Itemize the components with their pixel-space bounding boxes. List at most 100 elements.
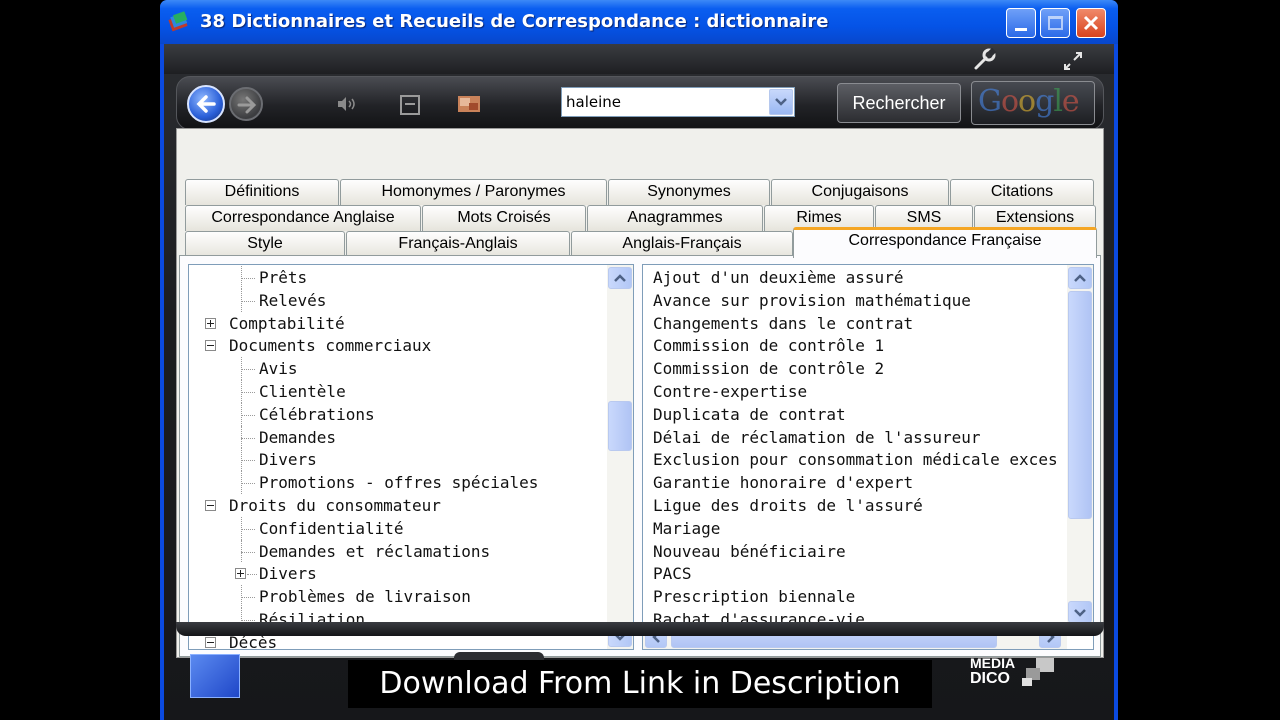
search-dropdown-button[interactable] (769, 89, 793, 115)
tree-subcategory[interactable]: Divers (259, 562, 317, 585)
tab-mots-croises[interactable]: Mots Croisés (422, 205, 586, 231)
document-icon[interactable] (399, 94, 421, 116)
letter-list-item[interactable]: Délai de réclamation de l'assureur (653, 426, 1065, 449)
tree-scroll-up-button[interactable] (608, 267, 632, 289)
tree-subcategory[interactable]: Promotions - offres spéciales (259, 471, 538, 494)
tree-connector (241, 266, 242, 289)
back-button[interactable] (187, 85, 225, 123)
tree-connector (241, 425, 242, 449)
letter-list-item[interactable]: Garantie honoraire d'expert (653, 471, 1065, 494)
tab-francais-anglais[interactable]: Français-Anglais (346, 231, 570, 257)
letter-list-item[interactable]: Commission de contrôle 2 (653, 357, 1065, 380)
letter-list-item[interactable]: Commission de contrôle 1 (653, 334, 1065, 357)
tab-conjugaisons[interactable]: Conjugaisons (771, 179, 949, 205)
tree-connector (241, 471, 242, 494)
footer-square-icon[interactable] (190, 654, 240, 698)
brand-line1: MEDIA (970, 655, 1016, 671)
mediadico-mark-icon (1022, 658, 1056, 688)
google-button[interactable]: Google (971, 81, 1095, 125)
letters-list[interactable]: Ajout d'un deuxième assuré Avance sur pro… (642, 264, 1094, 650)
letter-list-item[interactable]: Exclusion pour consommation médicale exc… (653, 448, 1065, 471)
tree-category[interactable]: Documents commerciaux (229, 334, 431, 357)
letter-list-item[interactable]: Duplicata de contrat (653, 403, 1065, 426)
tree-connector (241, 597, 255, 599)
tab-synonymes[interactable]: Synonymes (608, 179, 770, 205)
letters-scroll-thumb[interactable] (1068, 291, 1092, 519)
tree-subcategory[interactable]: Célébrations (259, 403, 375, 426)
brand-line2: DICO (970, 670, 1010, 687)
tab-homonymes[interactable]: Homonymes / Paronymes (340, 179, 607, 205)
tree-connector (241, 483, 255, 485)
tree-connector (241, 551, 255, 553)
letter-list-item[interactable]: Ligue des droits de l'assuré (653, 494, 1065, 517)
panel-bottom-bar (176, 622, 1104, 636)
chevron-down-icon (1074, 609, 1086, 617)
search-combobox[interactable] (561, 87, 795, 117)
wrench-icon[interactable] (972, 48, 996, 72)
tree-category[interactable]: Droits du consommateur (229, 494, 441, 517)
google-logo: Google (978, 84, 1080, 119)
fullscreen-icon[interactable] (1062, 50, 1084, 72)
tree-connector (241, 300, 255, 302)
letters-scroll-up-button[interactable] (1068, 267, 1092, 289)
tree-connector (241, 448, 242, 472)
tree-category[interactable]: Comptabilité (229, 312, 345, 335)
mediadico-logo: MEDIA DICO (970, 656, 1066, 696)
tree-subcategory[interactable]: Clientèle (259, 380, 346, 403)
letter-list-item[interactable]: Prescription biennale (653, 585, 1065, 608)
maximize-button[interactable] (1040, 8, 1070, 38)
collapse-minus-icon[interactable] (205, 500, 216, 511)
letter-list-item[interactable]: Avance sur provision mathématique (653, 289, 1065, 312)
tree-subcategory[interactable]: Demandes et réclamations (259, 540, 490, 563)
tree-connector (247, 574, 257, 576)
window-title: 38 Dictionnaires et Recueils de Correspo… (200, 11, 829, 32)
tree-subcategory[interactable]: Confidentialité (259, 517, 404, 540)
tab-anglais-francais[interactable]: Anglais-Français (571, 231, 793, 257)
expand-plus-icon[interactable] (235, 568, 246, 580)
tree-vertical-scrollbar[interactable] (607, 265, 633, 649)
tab-definitions[interactable]: Définitions (185, 179, 339, 205)
letters-vertical-scrollbar[interactable] (1067, 265, 1093, 625)
tree-subcategory[interactable]: Relevés (259, 289, 326, 312)
category-tree[interactable]: Prêts Relevés Comptabilité Documents commer… (188, 264, 634, 650)
tree-connector (241, 460, 255, 462)
forward-button[interactable] (229, 87, 263, 121)
tree-subcategory[interactable]: Prêts (259, 266, 307, 289)
tab-content: Prêts Relevés Comptabilité Documents commer… (179, 255, 1101, 657)
tree-connector (241, 380, 242, 403)
letter-list-item[interactable]: Ajout d'un deuxième assuré (653, 266, 1065, 289)
app-icon (168, 11, 188, 32)
arrow-right-icon (237, 96, 257, 114)
tab-citations[interactable]: Citations (950, 179, 1094, 205)
expand-plus-icon[interactable] (205, 317, 216, 329)
tree-subcategory[interactable]: Problèmes de livraison (259, 585, 471, 608)
tree-connector (241, 392, 255, 393)
tree-subcategory[interactable]: Divers (259, 448, 317, 471)
tab-style[interactable]: Style (185, 231, 345, 257)
collapse-minus-icon[interactable] (205, 636, 216, 648)
title-bar[interactable]: 38 Dictionnaires et Recueils de Correspo… (160, 0, 1118, 44)
letter-list-item[interactable]: Mariage (653, 517, 1065, 540)
letter-list-item[interactable]: Changements dans le contrat (653, 312, 1065, 335)
tab-correspondance-anglaise[interactable]: Correspondance Anglaise (185, 205, 421, 231)
collapse-minus-icon[interactable] (205, 340, 216, 352)
tree-subcategory[interactable]: Demandes (259, 426, 336, 449)
speaker-icon[interactable] (335, 94, 359, 114)
tab-correspondance-francaise[interactable]: Correspondance Française (793, 227, 1097, 258)
close-button[interactable] (1076, 8, 1106, 38)
image-icon[interactable] (457, 94, 481, 114)
letter-list-item[interactable]: PACS (653, 562, 1065, 585)
tree-connector (241, 402, 242, 426)
app-window: 38 Dictionnaires et Recueils de Correspo… (160, 0, 1118, 720)
tab-anagrammes[interactable]: Anagrammes (587, 205, 763, 231)
chevron-up-icon (614, 274, 626, 282)
tree-subcategory[interactable]: Avis (259, 357, 298, 380)
search-input[interactable] (562, 88, 770, 116)
letters-scroll-down-button[interactable] (1068, 601, 1092, 623)
tree-scroll-thumb[interactable] (608, 401, 632, 451)
search-button[interactable]: Rechercher (837, 83, 961, 123)
minimize-button[interactable] (1006, 8, 1036, 38)
chevron-down-icon (775, 98, 787, 106)
letter-list-item[interactable]: Nouveau bénéficiaire (653, 540, 1065, 563)
letter-list-item[interactable]: Contre-expertise (653, 380, 1065, 403)
